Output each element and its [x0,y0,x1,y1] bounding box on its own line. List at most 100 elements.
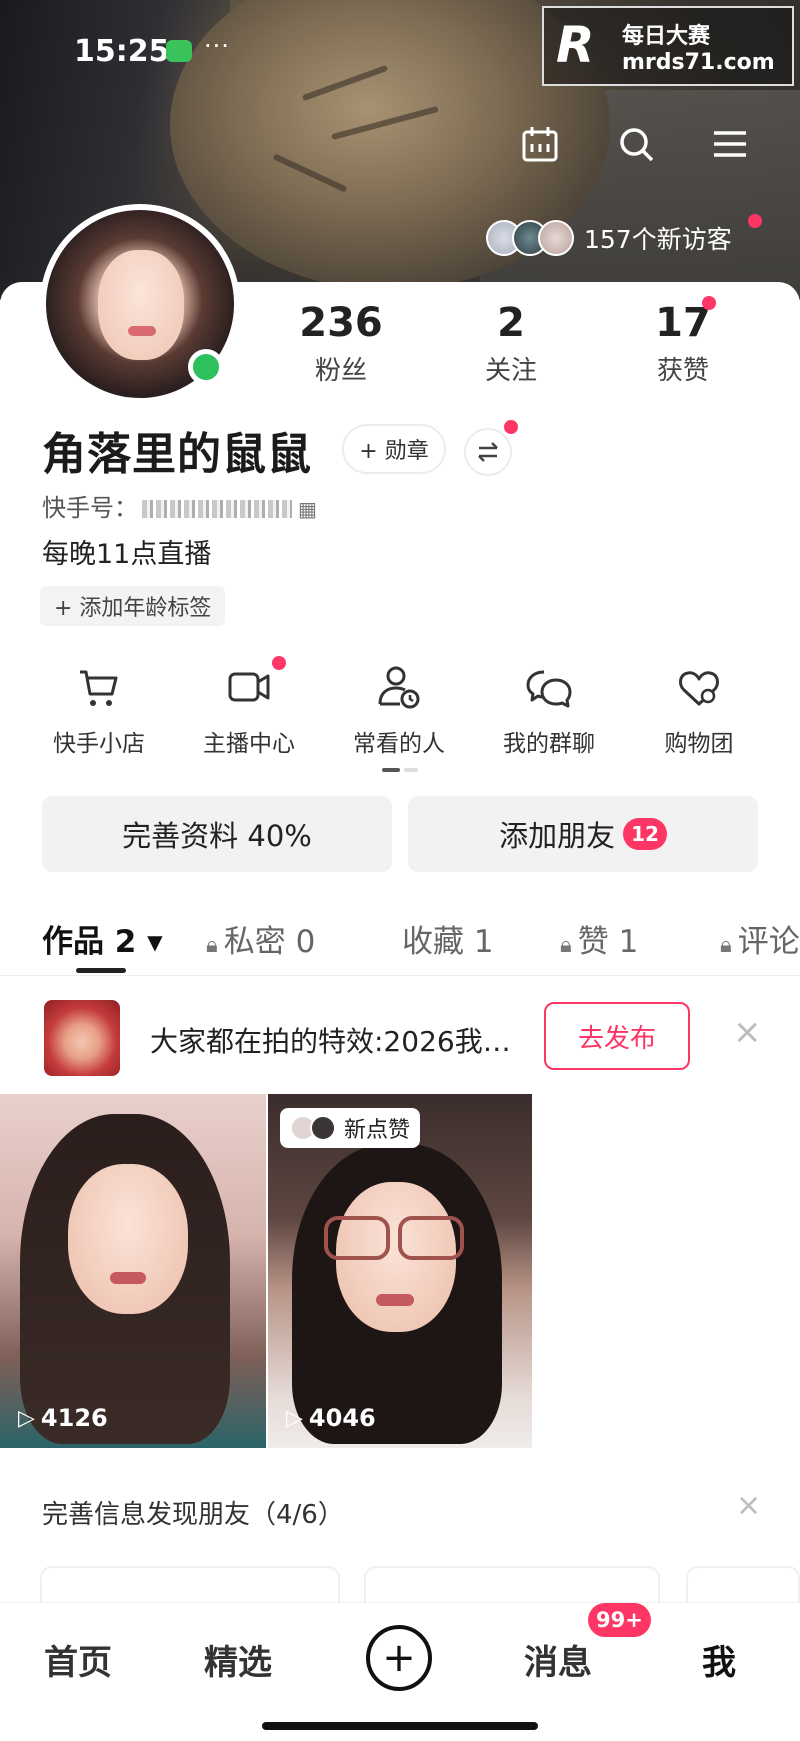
new-visitors[interactable]: 157个新访客 [486,218,732,258]
tab-likes[interactable]: 🔒︎ 赞 1 [560,916,638,961]
group-chat-icon [526,670,572,708]
complete-profile-button[interactable]: 完善资料 40% [42,796,392,872]
wechat-icon [166,40,192,62]
video-lips [110,1272,146,1284]
lock-icon: 🔒︎ [720,933,732,958]
menu-icon[interactable] [710,124,750,164]
find-friends-title: 完善信息发现朋友（4/6） [42,1500,344,1530]
bio: 每晚11点直播 [42,539,212,570]
stat-followers[interactable]: 236 粉丝 [266,300,416,387]
close-effect-icon[interactable]: × [733,1012,762,1052]
stat-label: 粉丝 [314,356,367,386]
search-icon[interactable] [616,124,656,164]
switch-account-button[interactable] [464,428,512,476]
video-lips [376,1294,414,1306]
video-thumbnail[interactable]: 新点赞 ▷ 4046 [268,1094,532,1448]
add-friend-count-badge: 12 [623,818,667,850]
watermark: R 每日大赛 mrds71.com [542,6,794,86]
publish-button[interactable]: 去发布 [544,1002,690,1070]
tab-label: 评论 [737,924,800,960]
kuaishou-id-label: 快手号： [42,494,138,522]
camera-icon [228,672,270,702]
friend-suggestion-card[interactable] [686,1566,800,1606]
close-find-friends-icon[interactable]: × [736,1488,761,1523]
content-tabs: 作品 2 ▾ 🔒︎ 私密 0 收藏 1 🔒︎ 赞 1 🔒︎ 评论 [0,900,800,976]
add-friend-button[interactable]: 添加朋友 12 [408,796,758,872]
stat-value: 2 [497,300,525,346]
heart-chat-icon [679,671,719,706]
video-play-count: ▷ 4126 [18,1404,108,1432]
video-play-count: ▷ 4046 [286,1404,376,1432]
complete-profile-label: 完善资料 40% [122,819,312,853]
friend-suggestion-card[interactable] [40,1566,340,1606]
kuaishou-id-obscured [142,500,292,518]
add-badge-button[interactable]: + 勋章 [342,424,446,474]
quick-action-group-chats[interactable]: 我的群聊 [484,662,614,758]
friend-suggestion-card[interactable] [364,1566,660,1606]
bottom-nav: 首页 精选 + 消息 99+ 我 [0,1602,800,1741]
person-clock-icon [378,666,420,709]
quick-action-streamer-center[interactable]: 主播中心 [184,662,314,758]
video-face [68,1164,188,1314]
watermark-title: 每日大赛 [622,24,711,49]
stat-value: 236 [299,300,383,346]
quick-action-label: 常看的人 [353,731,445,757]
tab-private[interactable]: 🔒︎ 私密 0 [206,916,315,961]
nickname: 角落里的鼠鼠 [42,429,312,480]
nav-featured[interactable]: 精选 [204,1635,272,1684]
play-icon: ▷ [18,1405,35,1431]
liker-avatar [310,1115,336,1141]
nav-messages[interactable]: 消息 [524,1635,592,1684]
create-plus-button[interactable]: + [366,1625,432,1691]
stat-likes[interactable]: 17 获赞 [608,300,758,387]
quick-action-shop[interactable]: 快手小店 [34,662,164,758]
tab-works[interactable]: 作品 2 ▾ [42,916,163,961]
video-glasses-right [398,1216,464,1260]
quick-actions-page-indicator [382,768,418,772]
stat-value: 17 [655,300,711,346]
lock-icon: 🔒︎ [206,933,218,958]
tab-label: 赞 1 [577,924,639,960]
add-friend-label: 添加朋友 [499,819,616,853]
visitor-red-dot [748,214,762,228]
nav-home[interactable]: 首页 [44,1635,112,1684]
effect-text[interactable]: 大家都在拍的特效:2026我… [150,1020,530,1060]
stat-following[interactable]: 2 关注 [436,300,586,387]
quick-action-frequent-people[interactable]: 常看的人 [334,662,464,758]
likes-red-dot [702,296,716,310]
plus-icon: + [382,1635,416,1681]
switch-red-dot [504,420,518,434]
tab-label: 私密 0 [223,924,316,960]
online-status-dot [188,349,224,385]
status-more-dots: ··· [204,32,230,60]
stat-label: 获赞 [656,356,709,386]
play-count-value: 4046 [308,1404,376,1432]
kuaishou-id[interactable]: 快手号： ▦ [42,488,317,523]
add-age-tag-button[interactable]: + 添加年龄标签 [40,586,226,626]
qr-code-icon[interactable]: ▦ [298,497,317,521]
effect-thumbnail[interactable] [44,1000,120,1076]
play-icon: ▷ [286,1405,303,1431]
visitor-avatar [538,220,574,256]
avatar-lips [128,326,156,336]
video-glasses-left [324,1216,390,1260]
tab-underline [76,968,126,973]
video-thumbnail[interactable]: ▷ 4126 [0,1094,266,1448]
tab-comments[interactable]: 🔒︎ 评论 [720,916,800,961]
cart-icon [80,670,118,706]
stat-label: 关注 [484,356,537,386]
page-indicator-inactive [404,768,418,772]
avatar-face [98,250,184,360]
nav-me[interactable]: 我 [702,1635,736,1684]
tab-favorites[interactable]: 收藏 1 [402,916,494,961]
home-indicator[interactable] [262,1722,538,1730]
tab-label: 收藏 1 [402,924,494,960]
message-count-badge: 99+ [588,1603,651,1637]
watermark-url: mrds71.com [622,50,775,75]
visitors-text: 157个新访客 [584,225,732,254]
watermark-logo: R [556,16,595,74]
lock-icon: 🔒︎ [560,933,572,958]
quick-action-shopping-group[interactable]: 购物团 [634,662,764,758]
page-indicator-active [382,768,400,772]
calendar-icon[interactable] [520,124,560,164]
